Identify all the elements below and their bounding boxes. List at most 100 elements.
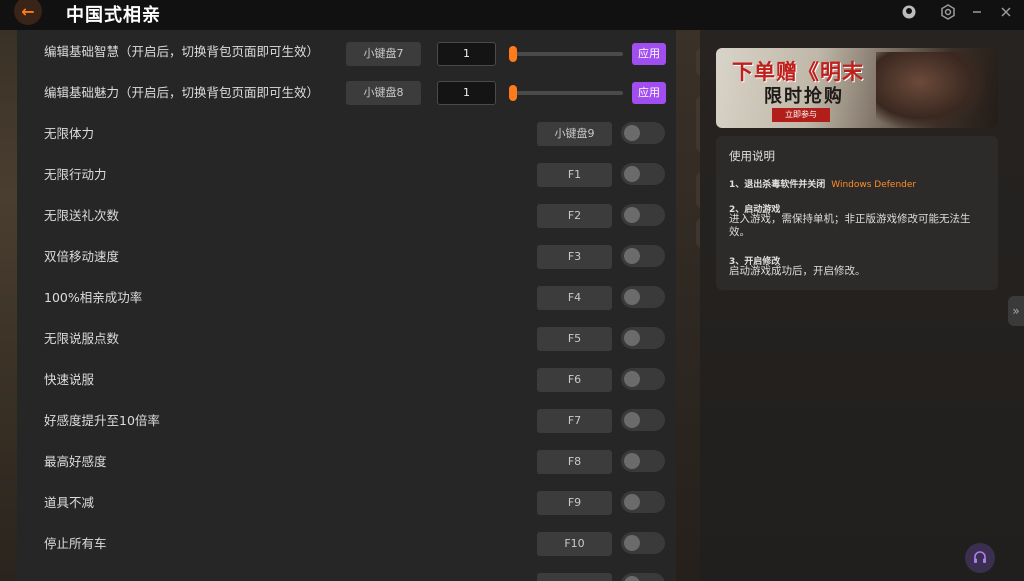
toggle-knob	[624, 535, 640, 551]
toggle-knob	[624, 412, 640, 428]
windows-defender-link[interactable]: Windows Defender	[831, 180, 916, 190]
hotkey-badge[interactable]: 小键盘7	[346, 42, 421, 66]
close-icon	[1001, 7, 1011, 17]
slider-thumb[interactable]	[509, 46, 517, 62]
charm-value-input[interactable]: 1	[437, 81, 496, 105]
cheat-list-panel: 编辑基础智慧（开启后，切换背包页面即可生效） 小键盘7 1 应用 编辑基础魅力（…	[17, 30, 676, 581]
toggle-switch[interactable]	[621, 368, 665, 390]
row-label: 停止所有车	[44, 536, 107, 551]
toggle-knob	[624, 289, 640, 305]
toggle-row: 无限体力 小键盘9	[17, 113, 676, 154]
toggle-knob	[624, 166, 640, 182]
hotkey-badge[interactable]: F4	[537, 286, 612, 310]
hotkey-badge[interactable]: F6	[537, 368, 612, 392]
hotkey-badge[interactable]	[537, 573, 612, 581]
instruction-step-2-desc: 进入游戏，需保持单机；非正版游戏修改可能无法生效。	[729, 213, 971, 238]
toggle-knob	[624, 371, 640, 387]
toggle-knob	[624, 330, 640, 346]
toggle-row: 道具不减 F9	[17, 482, 676, 523]
toggle-row: 好感度提升至10倍率 F7	[17, 400, 676, 441]
toggle-row: 最高好感度 F8	[17, 441, 676, 482]
user-button[interactable]	[898, 2, 920, 22]
close-button[interactable]	[995, 2, 1017, 22]
hotkey-badge[interactable]: 小键盘8	[346, 81, 421, 105]
row-label: 好感度提升至10倍率	[44, 413, 160, 428]
toggle-knob	[624, 125, 640, 141]
toggle-row-partial	[17, 564, 676, 581]
row-label: 100%相亲成功率	[44, 290, 143, 305]
toggle-switch[interactable]	[621, 491, 665, 513]
headset-icon	[974, 551, 986, 563]
banner-join-button[interactable]: 立即参与	[772, 108, 830, 122]
toggle-knob	[624, 494, 640, 510]
row-label: 无限送礼次数	[44, 208, 120, 223]
instruction-step-1: 1、退出杀毒软件并关闭 Windows Defender	[729, 177, 916, 190]
hotkey-badge[interactable]: F1	[537, 163, 612, 187]
toggle-row: 100%相亲成功率 F4	[17, 277, 676, 318]
sidebar-collapse-button[interactable]: »	[1008, 296, 1024, 326]
banner-subheadline: 限时抢购	[764, 86, 844, 107]
hotkey-badge[interactable]: F7	[537, 409, 612, 433]
apply-button[interactable]: 应用	[632, 43, 666, 65]
toggle-row: 快速说服 F6	[17, 359, 676, 400]
toggle-row: 无限送礼次数 F2	[17, 195, 676, 236]
toggle-switch[interactable]	[621, 450, 665, 472]
row-label: 编辑基础智慧（开启后，切换背包页面即可生效）	[44, 44, 320, 59]
toggle-knob	[624, 576, 640, 581]
title-bar: ← 中国式相亲	[0, 0, 1024, 30]
toggle-switch[interactable]	[621, 204, 665, 226]
hotkey-badge[interactable]: F5	[537, 327, 612, 351]
instruction-step-3-desc: 启动游戏成功后，开启修改。	[729, 265, 866, 277]
row-label: 双倍移动速度	[44, 249, 120, 264]
row-label: 编辑基础魅力（开启后，切换背包页面即可生效）	[44, 85, 320, 100]
toggle-switch[interactable]	[621, 573, 665, 581]
edit-row-charm: 编辑基础魅力（开启后，切换背包页面即可生效） 小键盘8 1 应用	[17, 73, 676, 114]
row-label: 无限体力	[44, 126, 95, 141]
promo-banner[interactable]: 下单赠《明末 限时抢购 立即参与	[716, 48, 998, 128]
toggle-row: 无限说服点数 F5	[17, 318, 676, 359]
toggle-switch[interactable]	[621, 286, 665, 308]
user-icon	[902, 5, 916, 19]
back-button[interactable]: ←	[14, 0, 42, 25]
toggle-knob	[624, 453, 640, 469]
toggle-switch[interactable]	[621, 409, 665, 431]
back-arrow-icon: ←	[21, 1, 35, 21]
apply-button[interactable]: 应用	[632, 82, 666, 104]
hotkey-badge[interactable]: F10	[537, 532, 612, 556]
toggle-row: 停止所有车 F10	[17, 523, 676, 564]
toggle-knob	[624, 207, 640, 223]
settings-icon	[941, 4, 955, 20]
step-1-text: 1、退出杀毒软件并关闭	[729, 180, 826, 190]
hotkey-badge[interactable]: 小键盘9	[537, 122, 612, 146]
usage-instructions: 使用说明 1、退出杀毒软件并关闭 Windows Defender 2、启动游戏 …	[716, 136, 998, 290]
toggle-switch[interactable]	[621, 245, 665, 267]
toggle-switch[interactable]	[621, 163, 665, 185]
slider-thumb[interactable]	[509, 85, 517, 101]
hotkey-badge[interactable]: F9	[537, 491, 612, 515]
banner-character-art	[876, 52, 986, 128]
hotkey-badge[interactable]: F2	[537, 204, 612, 228]
row-label: 最高好感度	[44, 454, 107, 469]
toggle-switch[interactable]	[621, 327, 665, 349]
row-label: 无限说服点数	[44, 331, 120, 346]
toggle-knob	[624, 248, 640, 264]
minimize-icon	[973, 11, 981, 13]
hotkey-badge[interactable]: F3	[537, 245, 612, 269]
toggle-row: 双倍移动速度 F3	[17, 236, 676, 277]
edit-row-wisdom: 编辑基础智慧（开启后，切换背包页面即可生效） 小键盘7 1 应用	[17, 32, 676, 73]
row-label: 道具不减	[44, 495, 95, 510]
wisdom-slider[interactable]	[509, 46, 623, 62]
wisdom-value-input[interactable]: 1	[437, 42, 496, 66]
support-button[interactable]	[965, 543, 995, 573]
hotkey-badge[interactable]: F8	[537, 450, 612, 474]
double-chevron-right-icon: »	[1012, 304, 1020, 318]
minimize-button[interactable]	[966, 2, 988, 22]
app-title: 中国式相亲	[66, 5, 161, 26]
settings-button[interactable]	[937, 2, 959, 22]
instructions-title: 使用说明	[729, 149, 775, 163]
toggle-switch[interactable]	[621, 532, 665, 554]
toggle-switch[interactable]	[621, 122, 665, 144]
charm-slider[interactable]	[509, 85, 623, 101]
row-label: 快速说服	[44, 372, 95, 387]
row-label: 无限行动力	[44, 167, 107, 182]
